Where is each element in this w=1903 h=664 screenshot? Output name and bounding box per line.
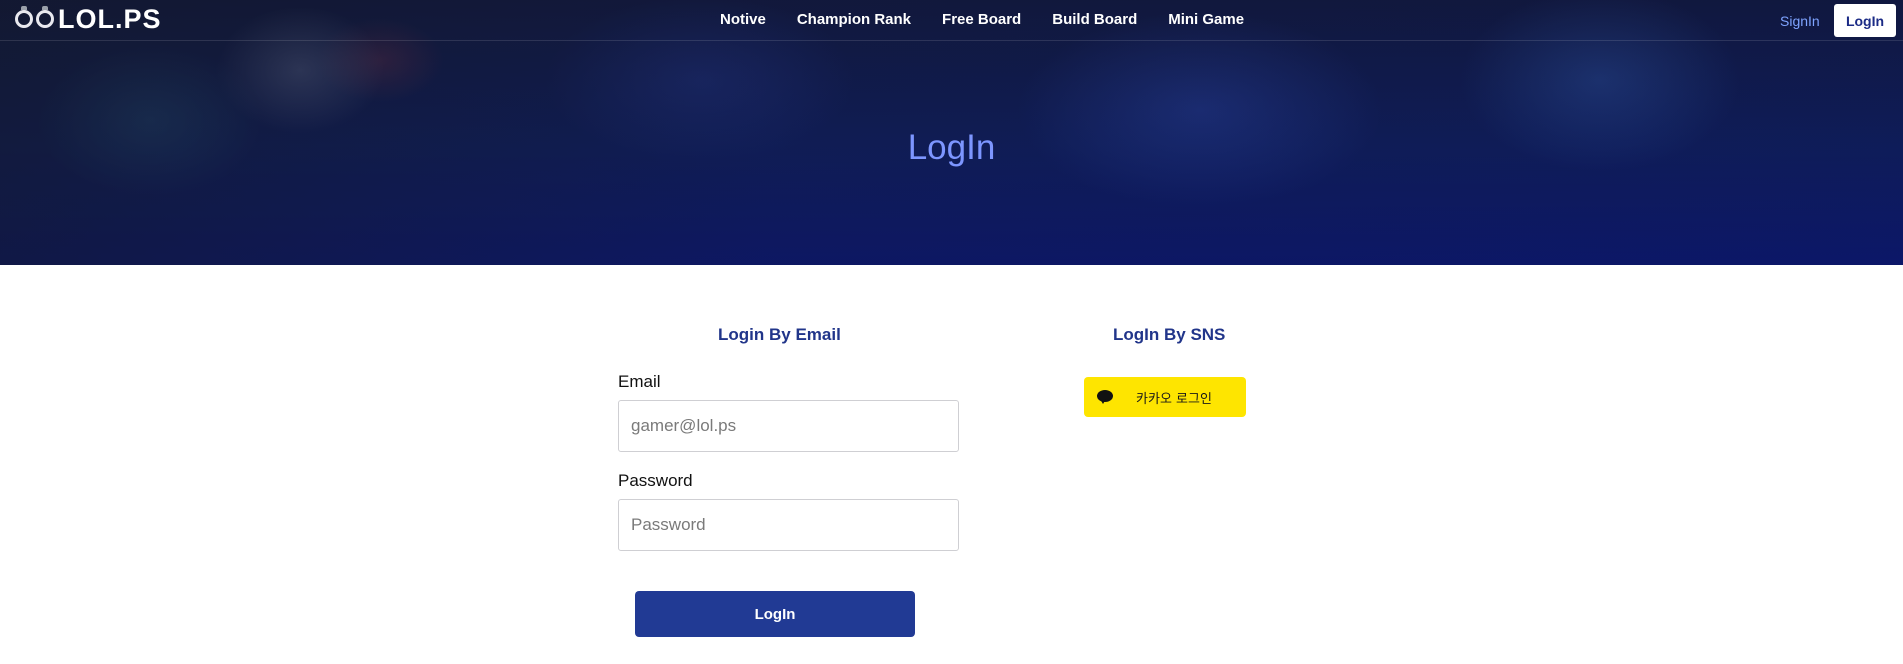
hero-banner: LOL.PS Notive Champion Rank Free Board B… [0, 0, 1903, 265]
password-input[interactable] [618, 499, 959, 551]
speech-bubble-icon [1096, 389, 1114, 405]
login-submit-button[interactable]: LogIn [635, 591, 915, 637]
signin-link[interactable]: SignIn [1780, 13, 1820, 29]
email-label: Email [618, 372, 661, 391]
brand-logo[interactable]: LOL.PS [15, 4, 162, 34]
nav-link-champion-rank[interactable]: Champion Rank [797, 11, 911, 28]
nav-link-free-board[interactable]: Free Board [942, 11, 1021, 28]
page-title: LogIn [907, 128, 996, 167]
password-label: Password [618, 471, 693, 490]
sns-login-heading: LogIn By SNS [1113, 325, 1226, 344]
main-nav: Notive Champion Rank Free Board Build Bo… [720, 11, 1275, 28]
kakao-login-label: 카카오 로그인 [1136, 391, 1212, 407]
binoculars-icon [15, 6, 54, 28]
email-login-heading: Login By Email [718, 325, 841, 344]
nav-link-mini-game[interactable]: Mini Game [1168, 11, 1244, 28]
nav-login-button[interactable]: LogIn [1834, 4, 1896, 37]
nav-link-notive[interactable]: Notive [720, 11, 766, 28]
kakao-login-button[interactable]: 카카오 로그인 [1084, 377, 1246, 417]
top-navbar: LOL.PS Notive Champion Rank Free Board B… [0, 0, 1903, 41]
email-input[interactable] [618, 400, 959, 452]
nav-link-build-board[interactable]: Build Board [1052, 11, 1137, 28]
brand-name: LOL.PS [58, 3, 162, 34]
